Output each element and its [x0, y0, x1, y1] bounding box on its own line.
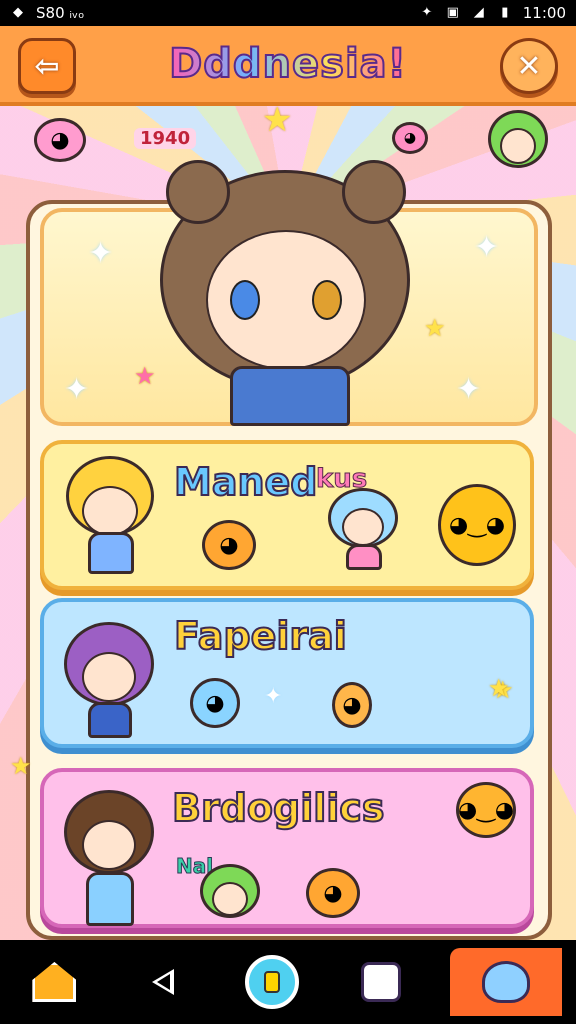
robot-icon: [360, 962, 401, 1002]
menu-card-2[interactable]: Fapeirai ◕ ✦ ◕ ★: [40, 598, 534, 748]
status-left-text: S80 ᵢᵥₒ: [36, 4, 85, 22]
blue-creature-icon: ◕: [190, 678, 240, 728]
back-button[interactable]: ⇦: [18, 38, 76, 94]
star-icon: ★: [424, 314, 446, 342]
yellow-blob-icon: ◕‿◕: [438, 484, 516, 566]
sparkle-icon: ✦: [64, 372, 90, 407]
orange-cat-icon: ◕: [306, 868, 360, 918]
purple-hair-character: [60, 622, 158, 740]
battery-icon: ▮: [501, 5, 509, 20]
clock: 11:00: [522, 4, 566, 22]
center-button[interactable]: [232, 947, 312, 1017]
notification-icon: ▣: [446, 5, 459, 20]
capsule-icon: [244, 955, 299, 1009]
menu-card-1[interactable]: Maned kus ◕ ◕‿◕: [40, 440, 534, 590]
card-title: Fapeirai: [173, 613, 348, 659]
green-hair-character: [200, 864, 264, 924]
sparkle-icon: ✦: [456, 372, 482, 407]
signal-icon: ◢: [473, 5, 484, 20]
green-hair-girl: [488, 110, 548, 180]
blue-hair-character: [328, 488, 398, 572]
close-icon: ✕: [516, 48, 542, 84]
triangle-back-icon: [152, 969, 175, 995]
orange-cat-icon: ◕: [202, 520, 256, 570]
house-icon: [32, 962, 77, 1002]
menu-card-3[interactable]: Brdogilics Nal ◕ ◕‿◕: [40, 768, 534, 928]
bottom-nav: [0, 940, 576, 1024]
robot-button[interactable]: [341, 947, 421, 1017]
creature-icon: [481, 961, 530, 1003]
status-bar: ◆ S80 ᵢᵥₒ ✦ ▣ ◢ ▮ 11:00: [0, 0, 576, 26]
home-button[interactable]: [14, 947, 94, 1017]
main-character: [150, 130, 420, 426]
brown-hair-character: [60, 790, 158, 930]
bear-icon: ◕‿◕: [456, 782, 516, 838]
sparkle-icon: ✦: [88, 236, 114, 271]
sparkle-icon: ✦: [474, 230, 500, 265]
close-button[interactable]: ✕: [500, 38, 558, 94]
sparkle-icon: ✦: [264, 684, 283, 709]
arrow-left-icon: ⇦: [34, 48, 60, 84]
page-title: Dddnesia!: [168, 40, 407, 88]
pet-button[interactable]: [449, 948, 562, 1016]
star-icon: ★: [488, 674, 510, 702]
blonde-character: [62, 456, 158, 576]
top-header: ⇦ Dddnesia! ✕: [0, 26, 576, 106]
app-icon: ◆: [13, 5, 23, 20]
orange-creature-icon: ◕: [332, 682, 372, 728]
card-title: Maned: [173, 459, 318, 505]
nav-back-button[interactable]: [123, 947, 203, 1017]
card-title: Brdogilics: [171, 785, 385, 831]
vibrate-icon: ✦: [421, 5, 433, 20]
star-icon: ★: [10, 752, 32, 780]
pink-cat-icon: ◕: [34, 118, 86, 162]
